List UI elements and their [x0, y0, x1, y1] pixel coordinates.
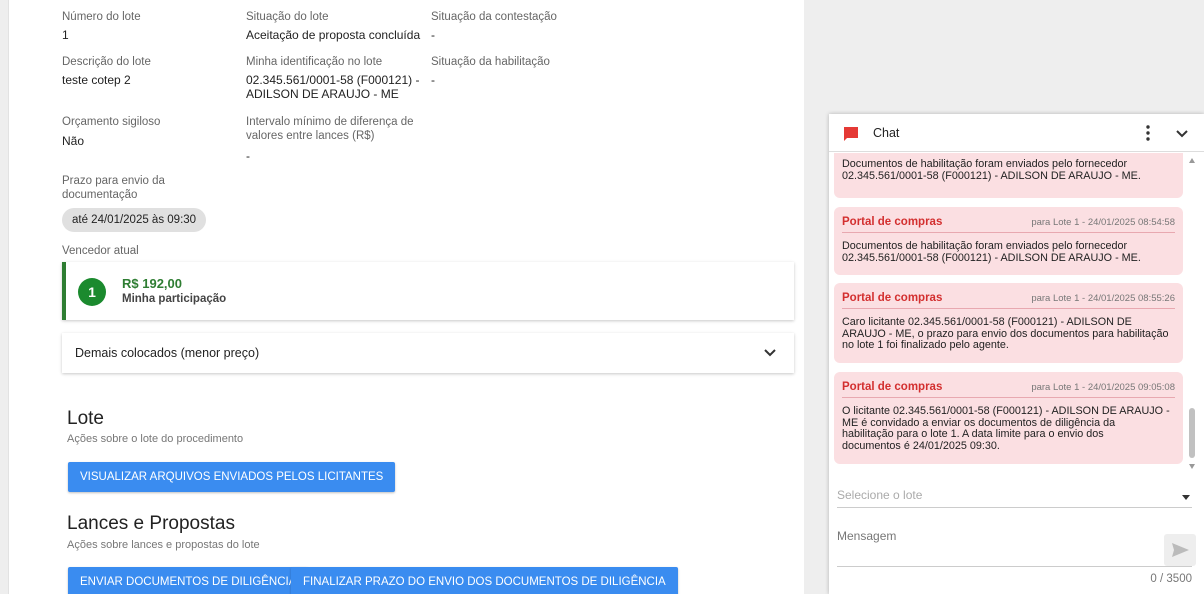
message-divider [842, 308, 1175, 309]
scroll-up-arrow[interactable] [1189, 158, 1195, 163]
send-icon [1172, 543, 1189, 557]
habilitacao-label: Situação da habilitação [431, 56, 550, 68]
intervalo-label-line1: Intervalo mínimo de diferença de [246, 116, 414, 128]
more-vert-icon[interactable] [1144, 124, 1152, 142]
identificacao-label: Minha identificação no lote [246, 56, 383, 68]
scroll-down-arrow[interactable] [1189, 464, 1195, 469]
contestacao-label: Situação da contestação [431, 11, 557, 23]
chevron-down-icon[interactable] [760, 342, 780, 362]
chat-message: Portal de compras para Lote 1 - 24/01/20… [834, 283, 1183, 363]
descricao-label: Descrição do lote [62, 56, 151, 68]
message-text: Documentos de habilitação foram enviados… [842, 240, 1141, 264]
message-text: Documentos de habilitação foram enviados… [842, 158, 1141, 182]
chat-title: Chat [873, 126, 900, 140]
intervalo-value: - [246, 149, 250, 163]
situacao-value: Aceitação de proposta concluída [246, 28, 421, 42]
message-divider [842, 397, 1175, 398]
message-text: Caro licitante 02.345.561/0001-58 (F0001… [842, 316, 1169, 351]
message-sender: Portal de compras [842, 216, 943, 228]
demais-colocados-expander[interactable]: Demais colocados (menor preço) [62, 333, 794, 373]
chat-message: Documentos de habilitação foram enviados… [834, 153, 1183, 198]
message-sender: Portal de compras [842, 292, 943, 304]
chat-message: Portal de compras para Lote 1 - 24/01/20… [834, 207, 1183, 275]
lote-section-subtitle: Ações sobre o lote do procedimento [67, 433, 244, 445]
orcamento-value: Não [62, 134, 85, 148]
numero-label: Número do lote [62, 11, 141, 23]
vencedor-label: Vencedor atual [62, 245, 139, 257]
chat-flag-icon [844, 127, 858, 141]
prazo-chip: até 24/01/2025 às 09:30 [62, 208, 207, 232]
message-divider [842, 232, 1175, 233]
enviar-documentos-button[interactable]: ENVIAR DOCUMENTOS DE DILIGÊNCIA [68, 567, 309, 594]
numero-value: 1 [62, 28, 69, 42]
visualizar-arquivos-button[interactable]: VISUALIZAR ARQUIVOS ENVIADOS PELOS LICIT… [68, 462, 396, 492]
winner-amount: R$ 192,00 [122, 276, 182, 291]
identificacao-line1: 02.345.561/0001-58 (F000121) - [246, 73, 420, 87]
message-input[interactable]: Mensagem [837, 521, 1192, 567]
prazo-label-line2: documentação [62, 189, 138, 201]
send-button[interactable] [1164, 534, 1196, 566]
expander-label: Demais colocados (menor preço) [75, 346, 260, 360]
chevron-down-icon[interactable] [1174, 125, 1190, 141]
descricao-value: teste cotep 2 [62, 73, 131, 87]
lote-details-panel: Número do lote 1 Situação do lote Aceita… [8, 0, 804, 594]
chat-scrollbar-thumb[interactable] [1189, 408, 1195, 458]
character-counter: 0 / 3500 [1150, 573, 1192, 585]
winner-card: 1 R$ 192,00 Minha participação [62, 262, 794, 320]
lote-select-placeholder: Selecione o lote [837, 488, 923, 502]
orcamento-label: Orçamento sigiloso [62, 116, 161, 128]
intervalo-label-line2: valores entre lances (R$) [246, 130, 375, 142]
message-text: O licitante 02.345.561/0001-58 (F000121)… [842, 405, 1170, 452]
lote-section-title: Lote [67, 408, 104, 429]
message-sender: Portal de compras [842, 381, 943, 393]
message-meta: para Lote 1 - 24/01/2025 08:54:58 [1031, 217, 1175, 228]
prazo-label-line1: Prazo para envio da [62, 175, 165, 187]
lances-section-subtitle: Ações sobre lances e propostas do lote [67, 539, 260, 551]
lote-select[interactable]: Selecione o lote [837, 484, 1192, 508]
dropdown-caret-icon [1182, 495, 1190, 500]
situacao-label: Situação do lote [246, 11, 329, 23]
message-meta: para Lote 1 - 24/01/2025 08:55:26 [1031, 293, 1175, 304]
message-meta: para Lote 1 - 24/01/2025 09:05:08 [1031, 382, 1175, 393]
finalizar-prazo-button[interactable]: FINALIZAR PRAZO DO ENVIO DOS DOCUMENTOS … [291, 567, 678, 594]
identificacao-line2: ADILSON DE ARAUJO - ME [246, 87, 399, 101]
chat-panel: Chat Documentos de habilitação foram env… [829, 114, 1204, 594]
chat-header: Chat [829, 114, 1204, 152]
contestacao-value: - [431, 28, 435, 42]
winner-subtitle: Minha participação [122, 293, 227, 305]
lances-section-title: Lances e Propostas [67, 513, 235, 534]
message-placeholder: Mensagem [837, 529, 897, 543]
habilitacao-value: - [431, 73, 435, 87]
position-badge: 1 [78, 278, 106, 306]
chat-message: Portal de compras para Lote 1 - 24/01/20… [834, 372, 1183, 464]
